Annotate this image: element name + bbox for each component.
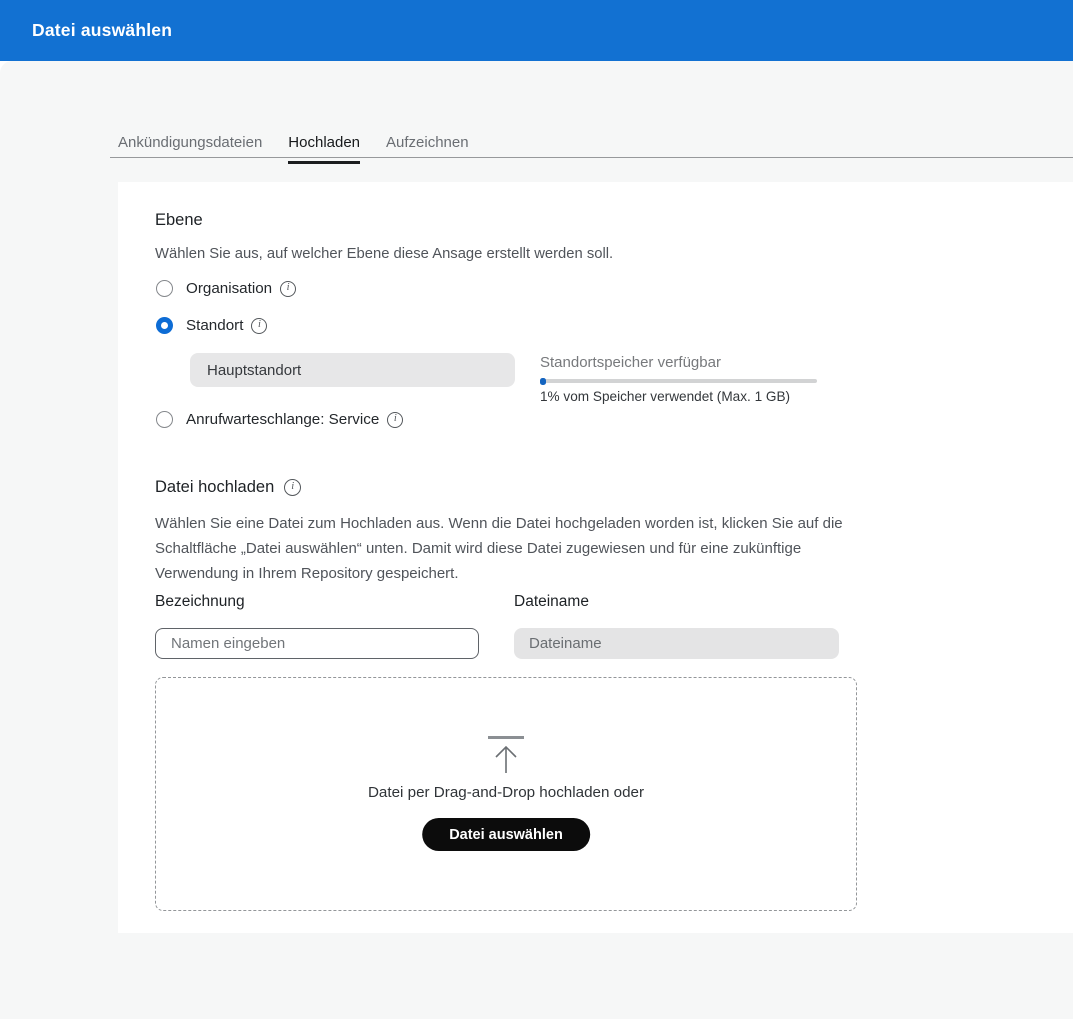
storage-indicator: Standortspeicher verfügbar 1% vom Speich… bbox=[540, 354, 817, 404]
info-icon[interactable]: i bbox=[280, 280, 297, 297]
upload-section-description: Wählen Sie eine Datei zum Hochladen aus.… bbox=[155, 515, 843, 582]
radio-organisation-label: Organisation bbox=[186, 280, 273, 297]
tab-announcement-files[interactable]: Ankündigungsdateien bbox=[118, 134, 262, 164]
storage-progress-fill bbox=[540, 377, 546, 385]
radio-standort[interactable]: Standort i bbox=[156, 317, 268, 334]
location-select[interactable]: Hauptstandort bbox=[190, 353, 515, 387]
info-icon[interactable]: i bbox=[284, 479, 302, 496]
file-select-dialog: Datei auswählen Ankündigungsdateien Hoch… bbox=[0, 0, 1073, 1019]
dialog-title: Datei auswählen bbox=[32, 20, 173, 40]
tab-record[interactable]: Aufzeichnen bbox=[386, 134, 469, 164]
choose-file-button[interactable]: Datei auswählen bbox=[422, 818, 590, 851]
level-section-title: Ebene bbox=[155, 211, 203, 229]
tab-bar: Ankündigungsdateien Hochladen Aufzeichne… bbox=[118, 134, 469, 164]
radio-circle-icon bbox=[156, 317, 173, 334]
radio-organisation[interactable]: Organisation i bbox=[156, 280, 297, 297]
info-icon[interactable]: i bbox=[387, 411, 404, 428]
tab-upload[interactable]: Hochladen bbox=[288, 134, 361, 164]
upload-panel: Ebene Wählen Sie aus, auf welcher Ebene … bbox=[118, 182, 1073, 933]
storage-usage-text: 1% vom Speicher verwendet (Max. 1 GB) bbox=[540, 389, 791, 404]
name-field-label: Bezeichnung bbox=[155, 593, 245, 610]
radio-call-queue[interactable]: Anrufwarteschlange: Service i bbox=[156, 411, 404, 428]
radio-standort-label: Standort bbox=[186, 317, 244, 334]
dialog-titlebar: Datei auswählen bbox=[0, 0, 1073, 61]
upload-section-title: Datei hochladen bbox=[155, 478, 275, 496]
storage-progress-track bbox=[540, 377, 817, 385]
radio-circle-icon bbox=[156, 411, 173, 428]
location-select-value: Hauptstandort bbox=[207, 361, 302, 379]
filename-input bbox=[514, 628, 839, 659]
level-section-description: Wählen Sie aus, auf welcher Ebene diese … bbox=[155, 246, 614, 262]
info-icon[interactable]: i bbox=[251, 317, 268, 334]
dropzone-text: Datei per Drag-and-Drop hochladen oder bbox=[367, 784, 645, 801]
name-input[interactable] bbox=[155, 628, 479, 659]
filename-field-label: Dateiname bbox=[514, 593, 589, 610]
upload-section-title-row: Datei hochladen i bbox=[155, 478, 302, 497]
radio-call-queue-label: Anrufwarteschlange: Service bbox=[186, 411, 380, 428]
file-dropzone[interactable]: Datei per Drag-and-Drop hochladen oder D… bbox=[155, 677, 857, 911]
upload-arrow-icon bbox=[488, 736, 524, 773]
storage-label: Standortspeicher verfügbar bbox=[540, 354, 721, 371]
radio-circle-icon bbox=[156, 280, 173, 297]
